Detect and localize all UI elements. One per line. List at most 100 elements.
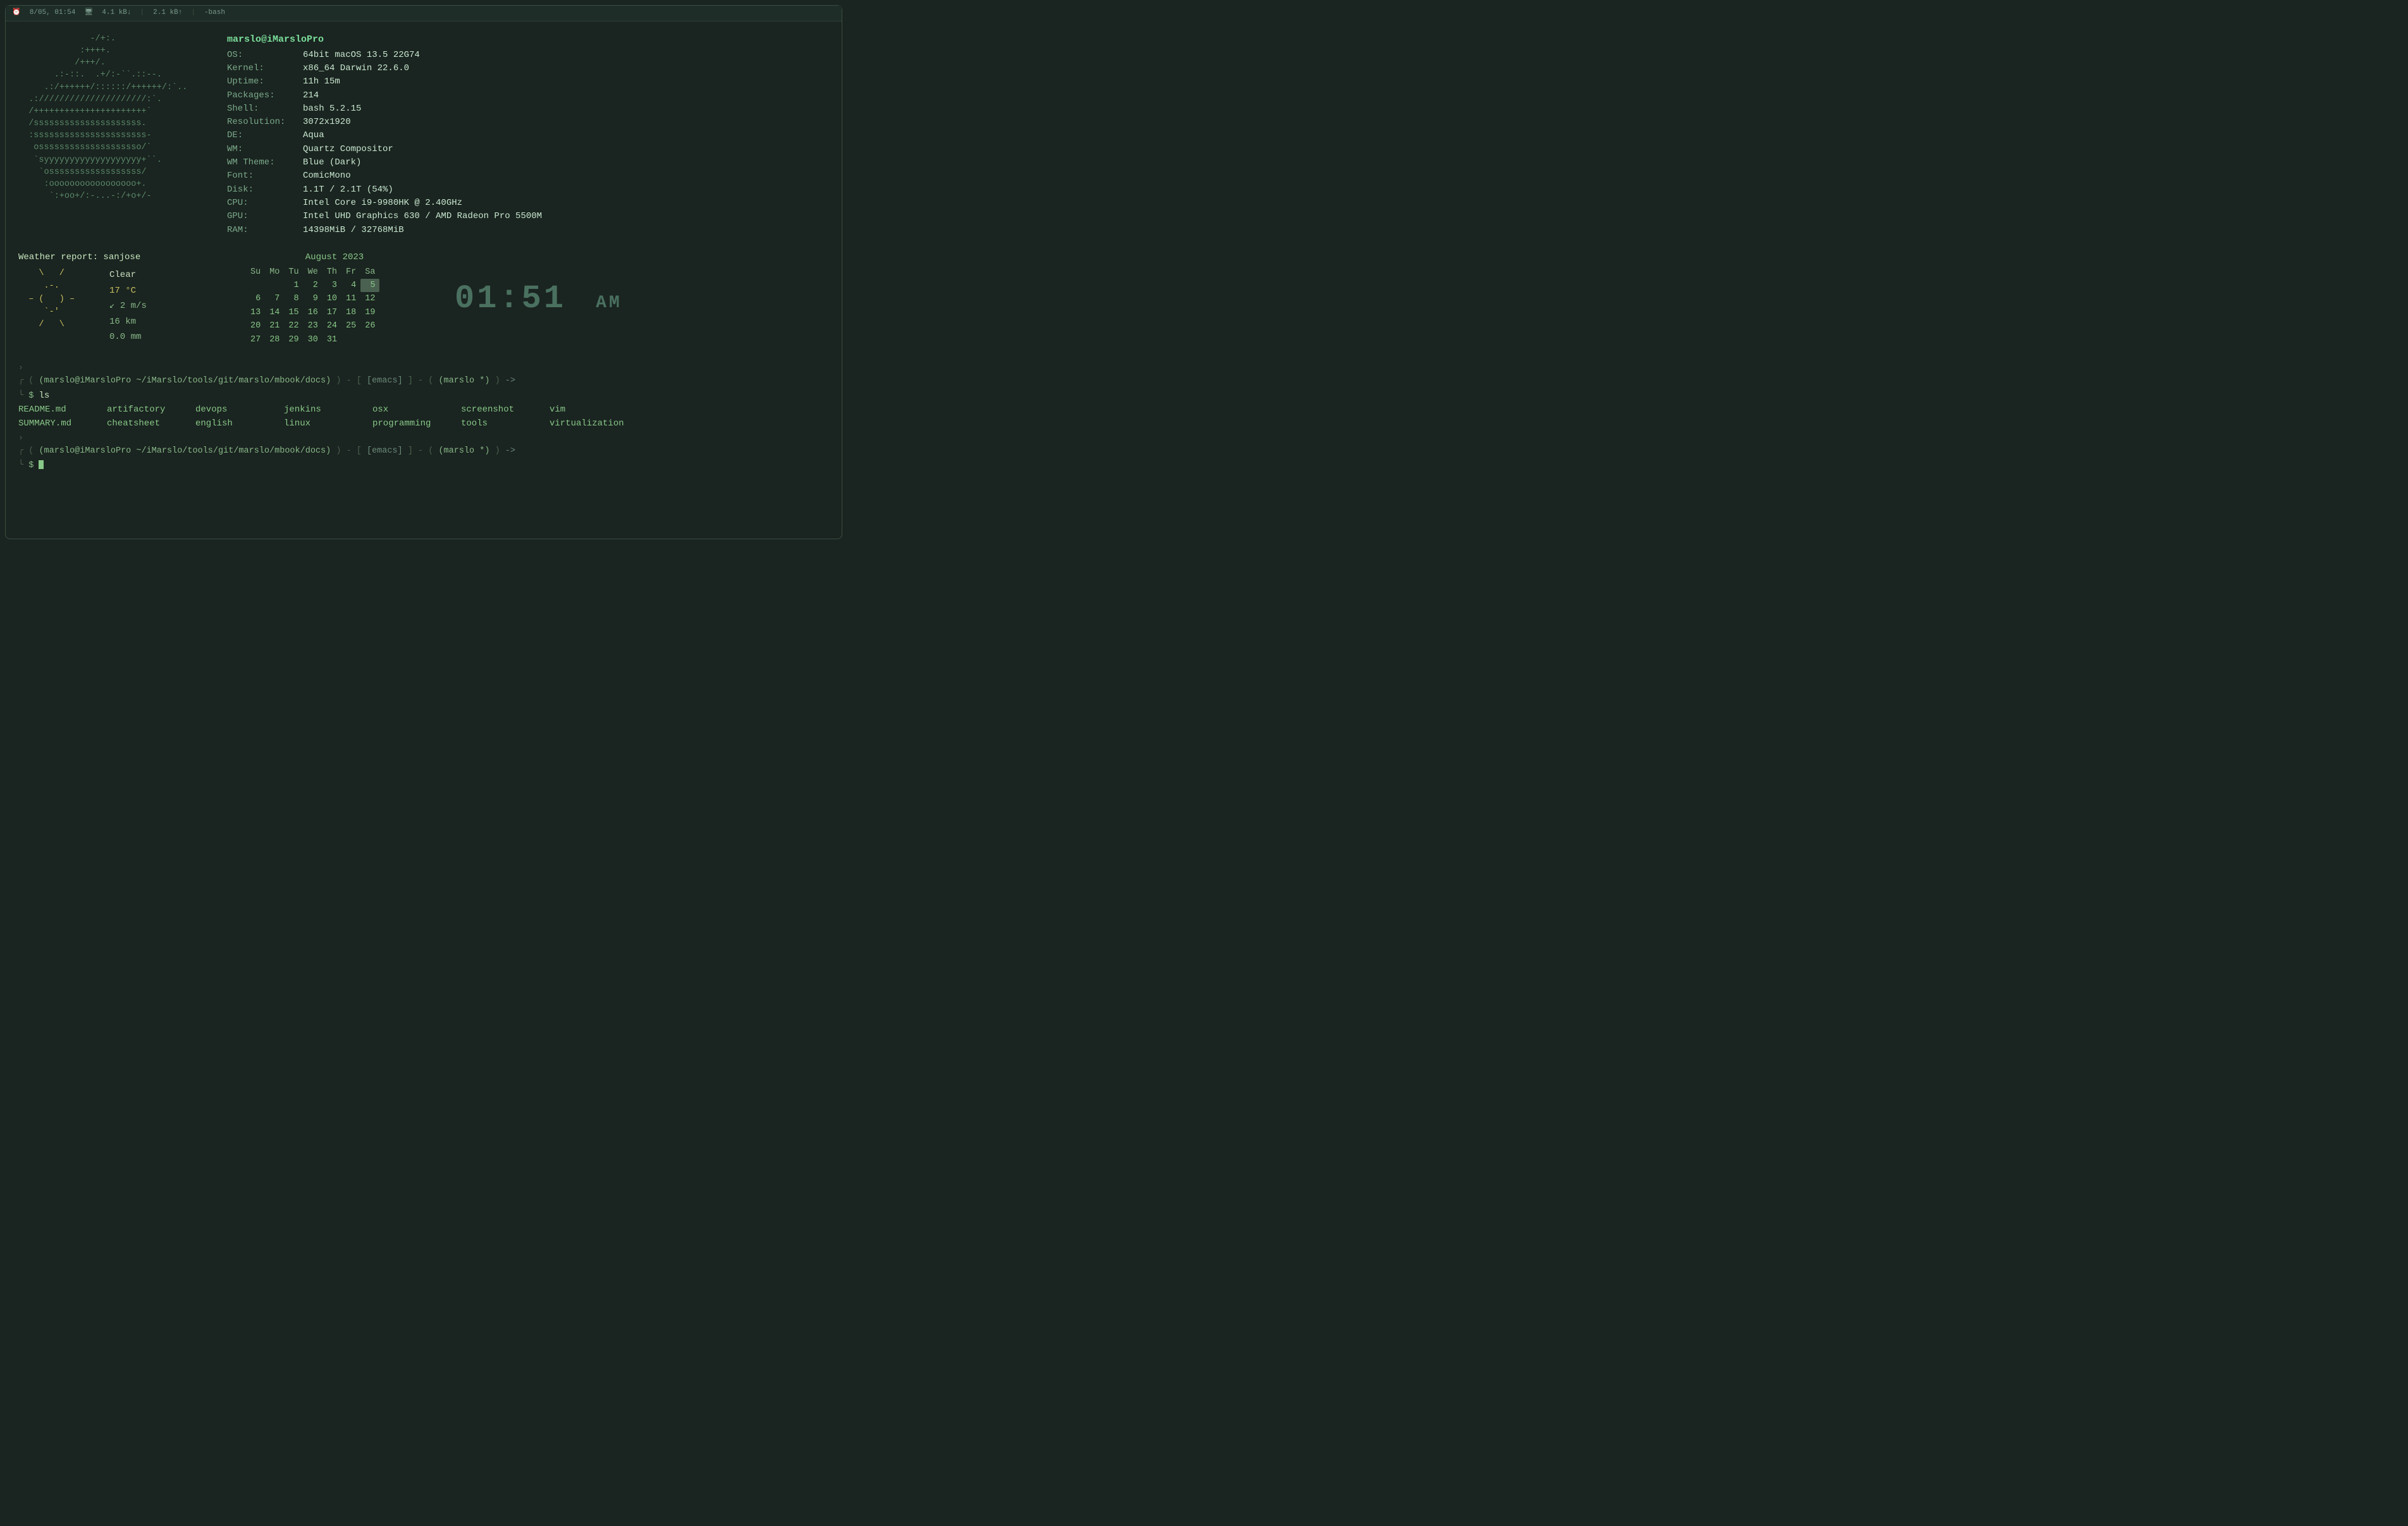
ls-output: README.md artifactory devops jenkins osx… — [18, 403, 829, 431]
cal-day: 22 — [284, 319, 303, 333]
prompt-line-1: ╭ ( (marslo@iMarsloPro ~/iMarslo/tools/g… — [18, 375, 829, 388]
ls-item-linux: linux — [284, 417, 372, 430]
cal-day: 23 — [304, 319, 322, 333]
weather-content: \ / .-. ‒ ( ) ‒ `-' / \ Clear 17 °C ↙ 2 … — [18, 267, 221, 345]
calendar-header-row: Su Mo Tu We Th Fr Sa — [246, 266, 379, 279]
prompt-dash-1: - — [347, 376, 357, 386]
prompt-bracket-open-2: ╭ — [18, 446, 28, 456]
uptime-value: 11h 15m — [303, 75, 340, 88]
packages-label: Packages: — [227, 89, 303, 102]
ls-item-readme: README.md — [18, 403, 107, 417]
ls-item-devops: devops — [195, 403, 284, 417]
calendar-block: August 2023 Su Mo Tu We Th Fr Sa 1 — [246, 251, 423, 347]
info-wm: WM: Quartz Compositor — [227, 143, 542, 156]
cal-day: 12 — [360, 292, 379, 306]
de-value: Aqua — [303, 129, 324, 142]
prompt-marker-1: › — [18, 362, 829, 374]
cursor-block — [39, 460, 44, 469]
info-wm-theme: WM Theme: Blue (Dark) — [227, 156, 542, 169]
prompt-arrow-2: -> — [505, 446, 515, 456]
ls-row-1: README.md artifactory devops jenkins osx… — [18, 403, 829, 417]
uptime-label: Uptime: — [227, 75, 303, 88]
prompt-paren-open-2: ( — [428, 376, 433, 386]
cal-day: 11 — [341, 292, 360, 306]
ls-item-summary: SUMMARY.md — [18, 417, 107, 430]
prompt-paren-close-1: ) — [336, 376, 341, 386]
prompt-tag-2: [emacs] — [367, 446, 403, 456]
info-cpu: CPU: Intel Core i9-9980HK @ 2.40GHz — [227, 197, 542, 209]
ls-item-vim: vim — [550, 403, 638, 417]
cal-day: 18 — [341, 306, 360, 320]
cal-day — [265, 279, 284, 293]
prompt-dollar-1: $ — [28, 391, 39, 401]
cal-day: 29 — [284, 333, 303, 347]
title-net-up: 2.1 kB↑ — [153, 8, 182, 18]
wm-value: Quartz Compositor — [303, 143, 393, 156]
cpu-label: CPU: — [227, 197, 303, 209]
cal-week-1: 1 2 3 4 5 — [246, 279, 379, 293]
cal-day: 16 — [304, 306, 322, 320]
clock-icon: ⏰ — [12, 8, 21, 18]
weather-block: Weather report: sanjose \ / .-. ‒ ( ) ‒ … — [18, 251, 221, 347]
prompt-section[interactable]: › ╭ ( (marslo@iMarsloPro ~/iMarslo/tools… — [6, 350, 842, 472]
prompt-bracket-tag-open-2: [ — [357, 446, 362, 456]
cal-header-sa: Sa — [360, 266, 379, 279]
prompt-bracket-tag-open-1: [ — [357, 376, 362, 386]
ls-item-screenshot: screenshot — [461, 403, 550, 417]
calendar-month: August 2023 — [246, 251, 423, 264]
clock-period: AM — [596, 293, 622, 313]
cal-day: 27 — [246, 333, 265, 347]
title-sep1: | — [140, 8, 145, 18]
command-ls: ls — [39, 391, 49, 401]
cal-day — [360, 333, 379, 347]
wm-theme-value: Blue (Dark) — [303, 156, 361, 169]
ls-row-2: SUMMARY.md cheatsheet english linux prog… — [18, 417, 829, 430]
cal-day: 19 — [360, 306, 379, 320]
prompt-corner-1: ╰ — [18, 391, 28, 401]
cal-day: 17 — [322, 306, 341, 320]
cal-day: 14 — [265, 306, 284, 320]
os-value: 64bit macOS 13.5 22G74 — [303, 49, 420, 61]
prompt-paren-open-4: ( — [428, 446, 433, 456]
cal-day: 24 — [322, 319, 341, 333]
font-value: ComicMono — [303, 169, 351, 182]
weather-wind: ↙ 2 m/s — [109, 298, 147, 314]
prompt-cursor-line[interactable]: ╰ $ — [18, 460, 829, 472]
gpu-label: GPU: — [227, 210, 303, 223]
cal-day: 2 — [304, 279, 322, 293]
ls-item-jenkins: jenkins — [284, 403, 372, 417]
cpu-value: Intel Core i9-9980HK @ 2.40GHz — [303, 197, 462, 209]
neofetch-info: marslo@iMarsloPro OS: 64bit macOS 13.5 2… — [214, 33, 542, 237]
prompt-bracket-tag-close-2: ] — [408, 446, 413, 456]
prompt-bracket-tag-close-1: ] — [408, 376, 413, 386]
cal-day: 6 — [246, 292, 265, 306]
info-kernel: Kernel: x86_64 Darwin 22.6.0 — [227, 62, 542, 75]
title-net-down: 4.1 kB↓ — [102, 8, 131, 18]
prompt-line-2: ╭ ( (marslo@iMarsloPro ~/iMarslo/tools/g… — [18, 445, 829, 458]
disk-label: Disk: — [227, 183, 303, 196]
cal-day: 21 — [265, 319, 284, 333]
cal-day — [246, 279, 265, 293]
weather-title: Weather report: sanjose — [18, 251, 221, 264]
prompt-paren-close-4: ) — [495, 446, 500, 456]
weather-cal-row: Weather report: sanjose \ / .-. ‒ ( ) ‒ … — [18, 248, 829, 350]
prompt-arrow-1: -> — [505, 376, 515, 386]
title-net-icon: 🖥 — [84, 8, 93, 18]
de-label: DE: — [227, 129, 303, 142]
kernel-value: x86_64 Darwin 22.6.0 — [303, 62, 409, 75]
cal-header-fr: Fr — [341, 266, 360, 279]
neofetch-section: -/+:. :++++. /+++/. .:-::. .+/:-``.::--.… — [6, 21, 842, 243]
cal-day: 3 — [322, 279, 341, 293]
ls-item-tools: tools — [461, 417, 550, 430]
prompt-user-2: (marslo@iMarsloPro ~/iMarslo/tools/git/m… — [39, 446, 331, 456]
info-packages: Packages: 214 — [227, 89, 542, 102]
cal-day: 26 — [360, 319, 379, 333]
wm-theme-label: WM Theme: — [227, 156, 303, 169]
cal-day: 28 — [265, 333, 284, 347]
calendar-table: Su Mo Tu We Th Fr Sa 1 2 3 4 — [246, 266, 379, 346]
ram-value: 14398MiB / 32768MiB — [303, 224, 404, 236]
prompt-command-line: ╰ $ ls — [18, 389, 829, 403]
prompt-status-1: (marslo *) — [438, 376, 489, 386]
cal-day: 15 — [284, 306, 303, 320]
cal-day: 13 — [246, 306, 265, 320]
